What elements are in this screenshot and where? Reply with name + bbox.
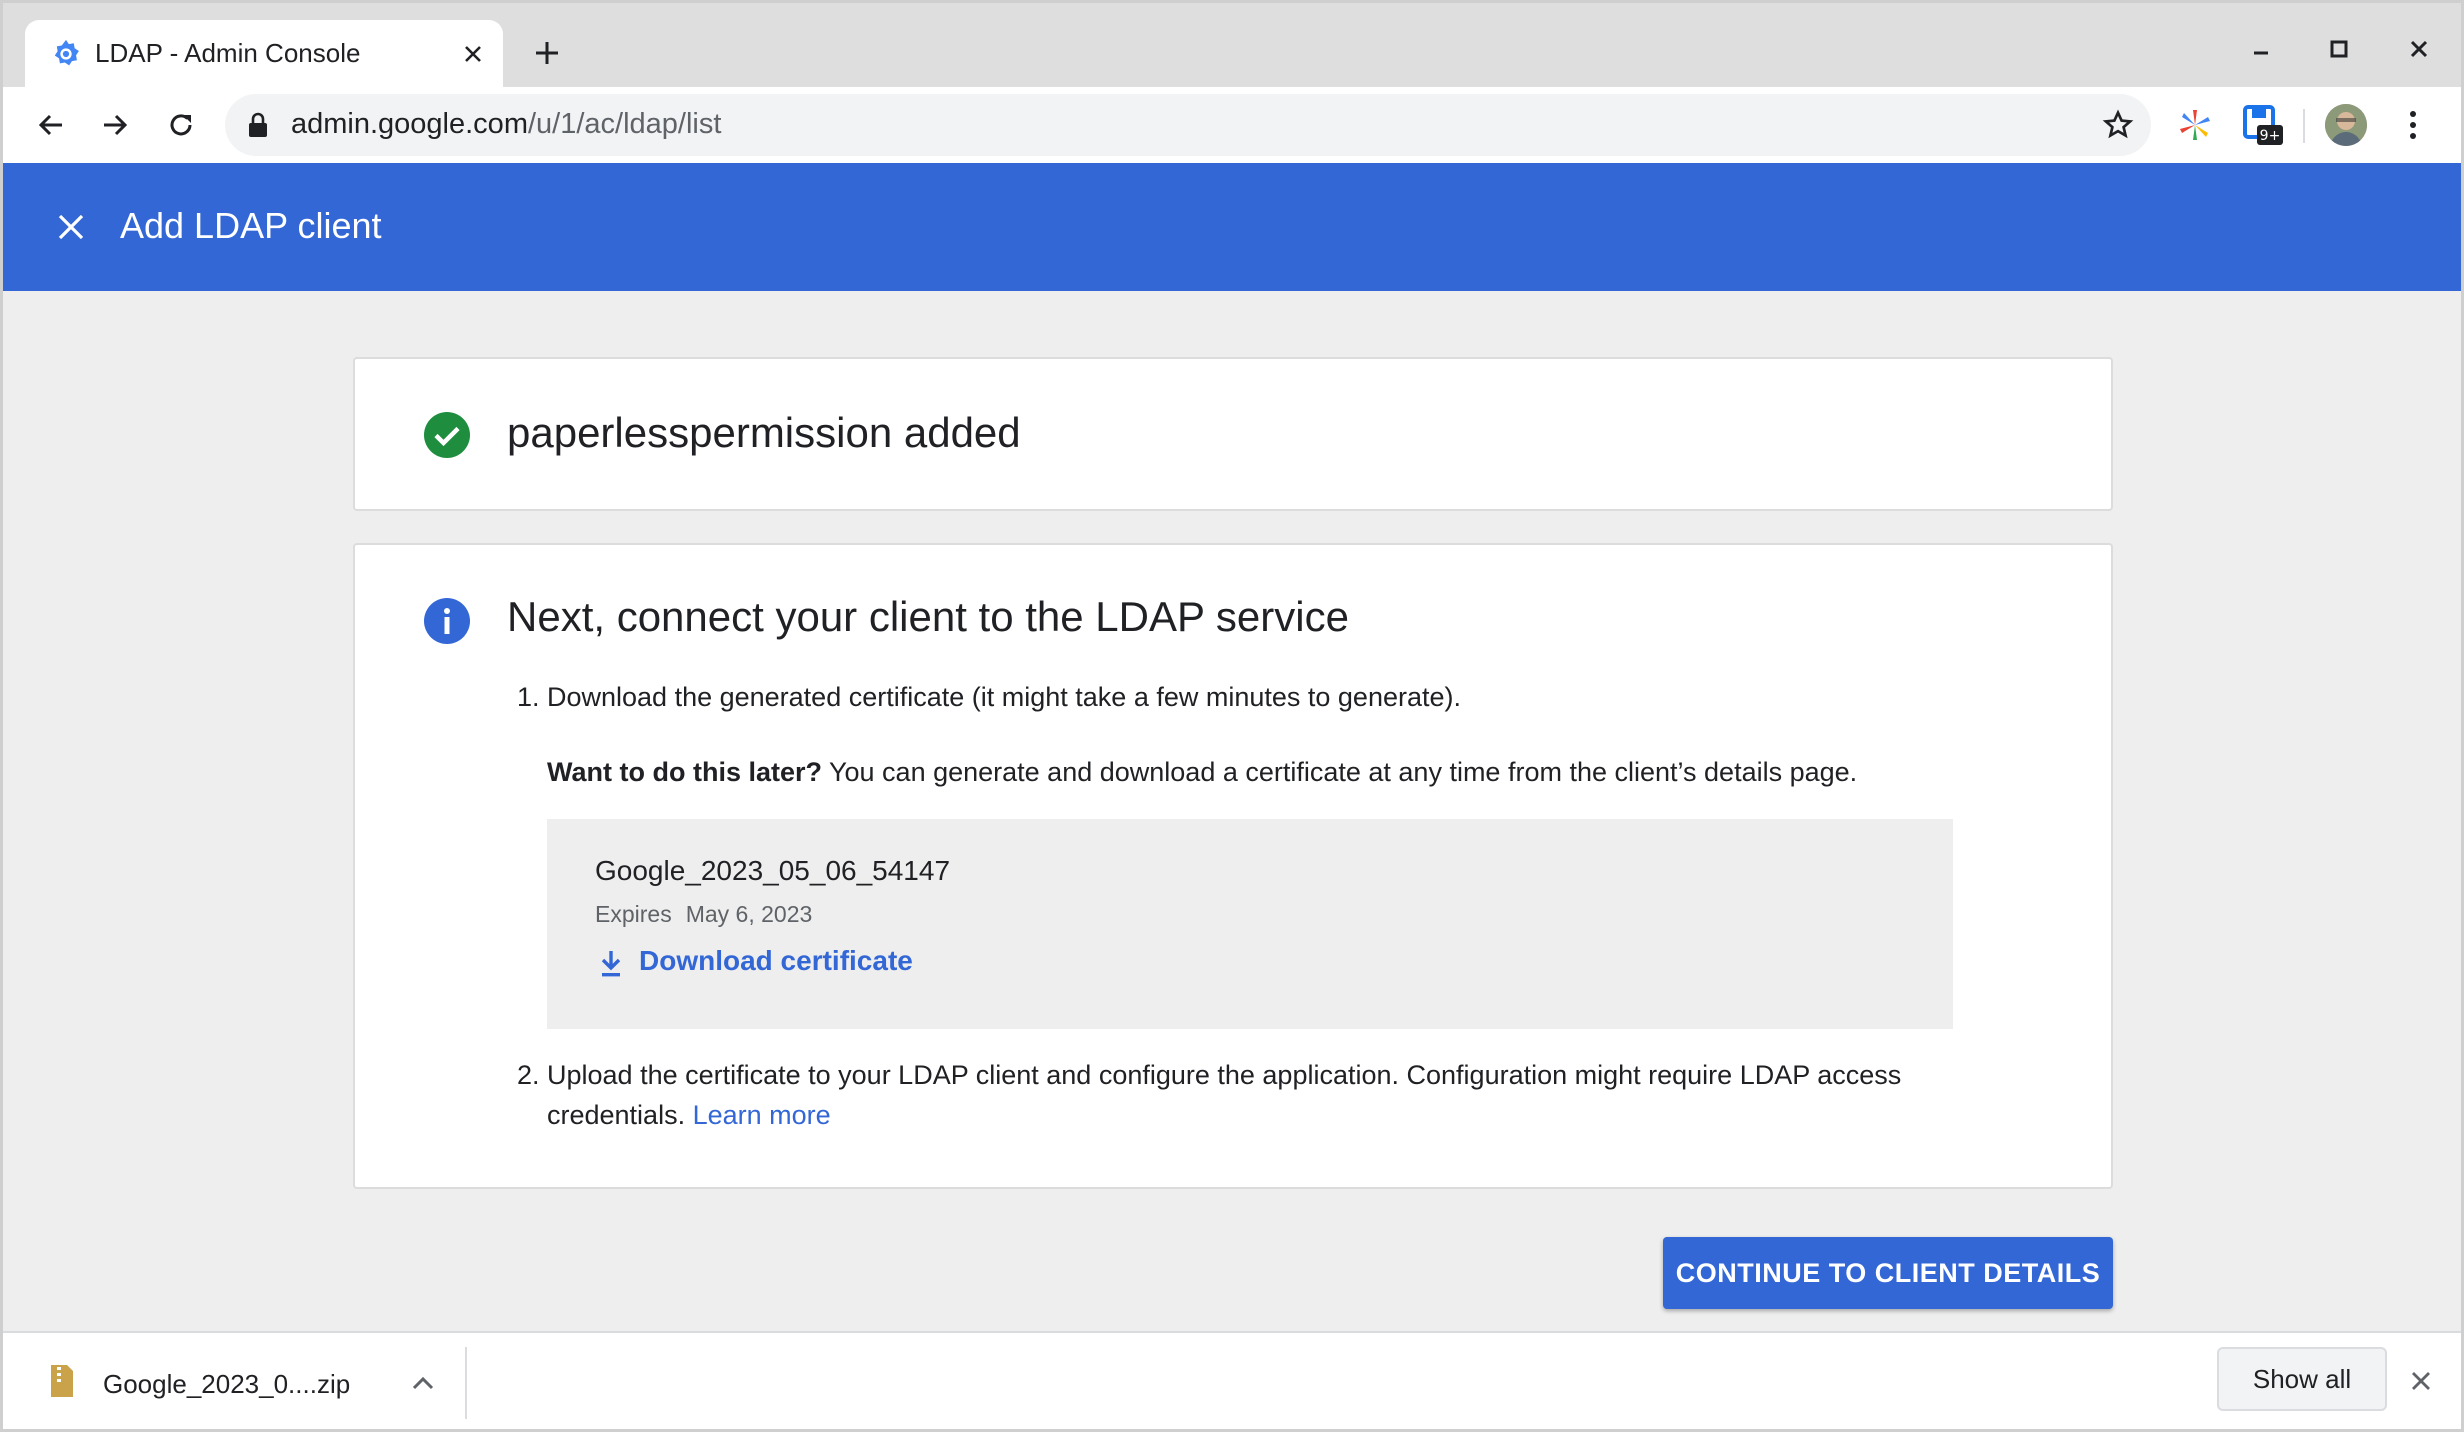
download-shelf: Google_2023_0....zip Show all (3, 1331, 2461, 1429)
main-content: paperlesspermission added Next, connect … (3, 291, 2461, 1331)
extension-save-icon[interactable]: 9+ (2239, 101, 2287, 149)
bookmark-star-icon[interactable] (2099, 106, 2137, 144)
toolbar-divider (2303, 109, 2305, 143)
window-close-icon[interactable] (2397, 29, 2441, 69)
reload-icon[interactable] (159, 103, 203, 147)
back-icon[interactable] (29, 103, 73, 147)
browser-window: LDAP - Admin Console admin.google.com/u/… (0, 0, 2464, 1432)
close-icon[interactable] (51, 207, 91, 247)
shelf-close-icon[interactable] (2399, 1359, 2443, 1403)
expires-value: May 6, 2023 (685, 901, 813, 927)
avatar[interactable] (2325, 104, 2367, 146)
extension-badge: 9+ (2260, 128, 2281, 144)
download-icon[interactable] (597, 947, 625, 981)
step-2-number: 2. (517, 1060, 540, 1090)
tab-close-icon[interactable] (455, 36, 491, 72)
new-tab-plus-icon[interactable] (527, 33, 567, 73)
certificate-name: Google_2023_05_06_54147 (595, 855, 951, 886)
download-file-name[interactable]: Google_2023_0....zip (103, 1369, 350, 1400)
tab-title: LDAP - Admin Console (95, 38, 361, 68)
do-later-bold: Want to do this later? (547, 757, 822, 787)
zip-file-icon (51, 1365, 73, 1397)
url-path: /u/1/ac/ldap/list (527, 108, 722, 140)
chevron-up-icon[interactable] (403, 1363, 443, 1403)
do-later-note: Want to do this later? You can generate … (547, 757, 1857, 788)
lock-icon (249, 112, 267, 137)
continue-to-client-details-button[interactable]: CONTINUE TO CLIENT DETAILS (1663, 1237, 2113, 1309)
next-steps-title: Next, connect your client to the LDAP se… (507, 593, 1349, 640)
forward-icon[interactable] (93, 103, 137, 147)
success-card: paperlesspermission added (353, 357, 2113, 511)
browser-toolbar: admin.google.com/u/1/ac/ldap/list 9+ (3, 87, 2461, 163)
next-steps-card: Next, connect your client to the LDAP se… (353, 543, 2113, 1189)
more-vert-icon[interactable] (2389, 101, 2437, 149)
url-text: admin.google.com/u/1/ac/ldap/list (291, 108, 721, 141)
tab-ldap-admin-console[interactable]: LDAP - Admin Console (25, 20, 503, 87)
page-title: Add LDAP client (120, 205, 382, 246)
check-circle-icon (424, 412, 470, 458)
url-host: admin.google.com (291, 108, 528, 140)
step-1-text: Download the generated certificate (it m… (547, 682, 1461, 712)
minimize-icon[interactable] (2239, 29, 2283, 69)
app-header: Add LDAP client (3, 163, 2461, 291)
show-all-button[interactable]: Show all (2217, 1347, 2387, 1411)
success-title: paperlesspermission added (507, 409, 1021, 456)
step-1-number: 1. (517, 682, 540, 712)
expires-label: Expires (595, 901, 672, 927)
do-later-text: You can generate and download a certific… (821, 757, 1858, 787)
learn-more-link[interactable]: Learn more (693, 1100, 831, 1130)
certificate-expiry: Expires May 6, 2023 (595, 901, 812, 928)
favicon-admin-icon (54, 39, 79, 66)
maximize-icon[interactable] (2317, 29, 2361, 69)
tab-strip: LDAP - Admin Console (3, 3, 2461, 87)
info-icon (424, 598, 470, 644)
step-2-body: Upload the certificate to your LDAP clie… (547, 1055, 2017, 1135)
shelf-divider (465, 1347, 467, 1419)
certificate-box: Google_2023_05_06_54147 Expires May 6, 20… (547, 819, 1953, 1029)
extension-pinwheel-icon[interactable] (2171, 101, 2219, 149)
download-certificate-link[interactable]: Download certificate (639, 945, 913, 977)
address-bar[interactable]: admin.google.com/u/1/ac/ldap/list (225, 94, 2151, 156)
